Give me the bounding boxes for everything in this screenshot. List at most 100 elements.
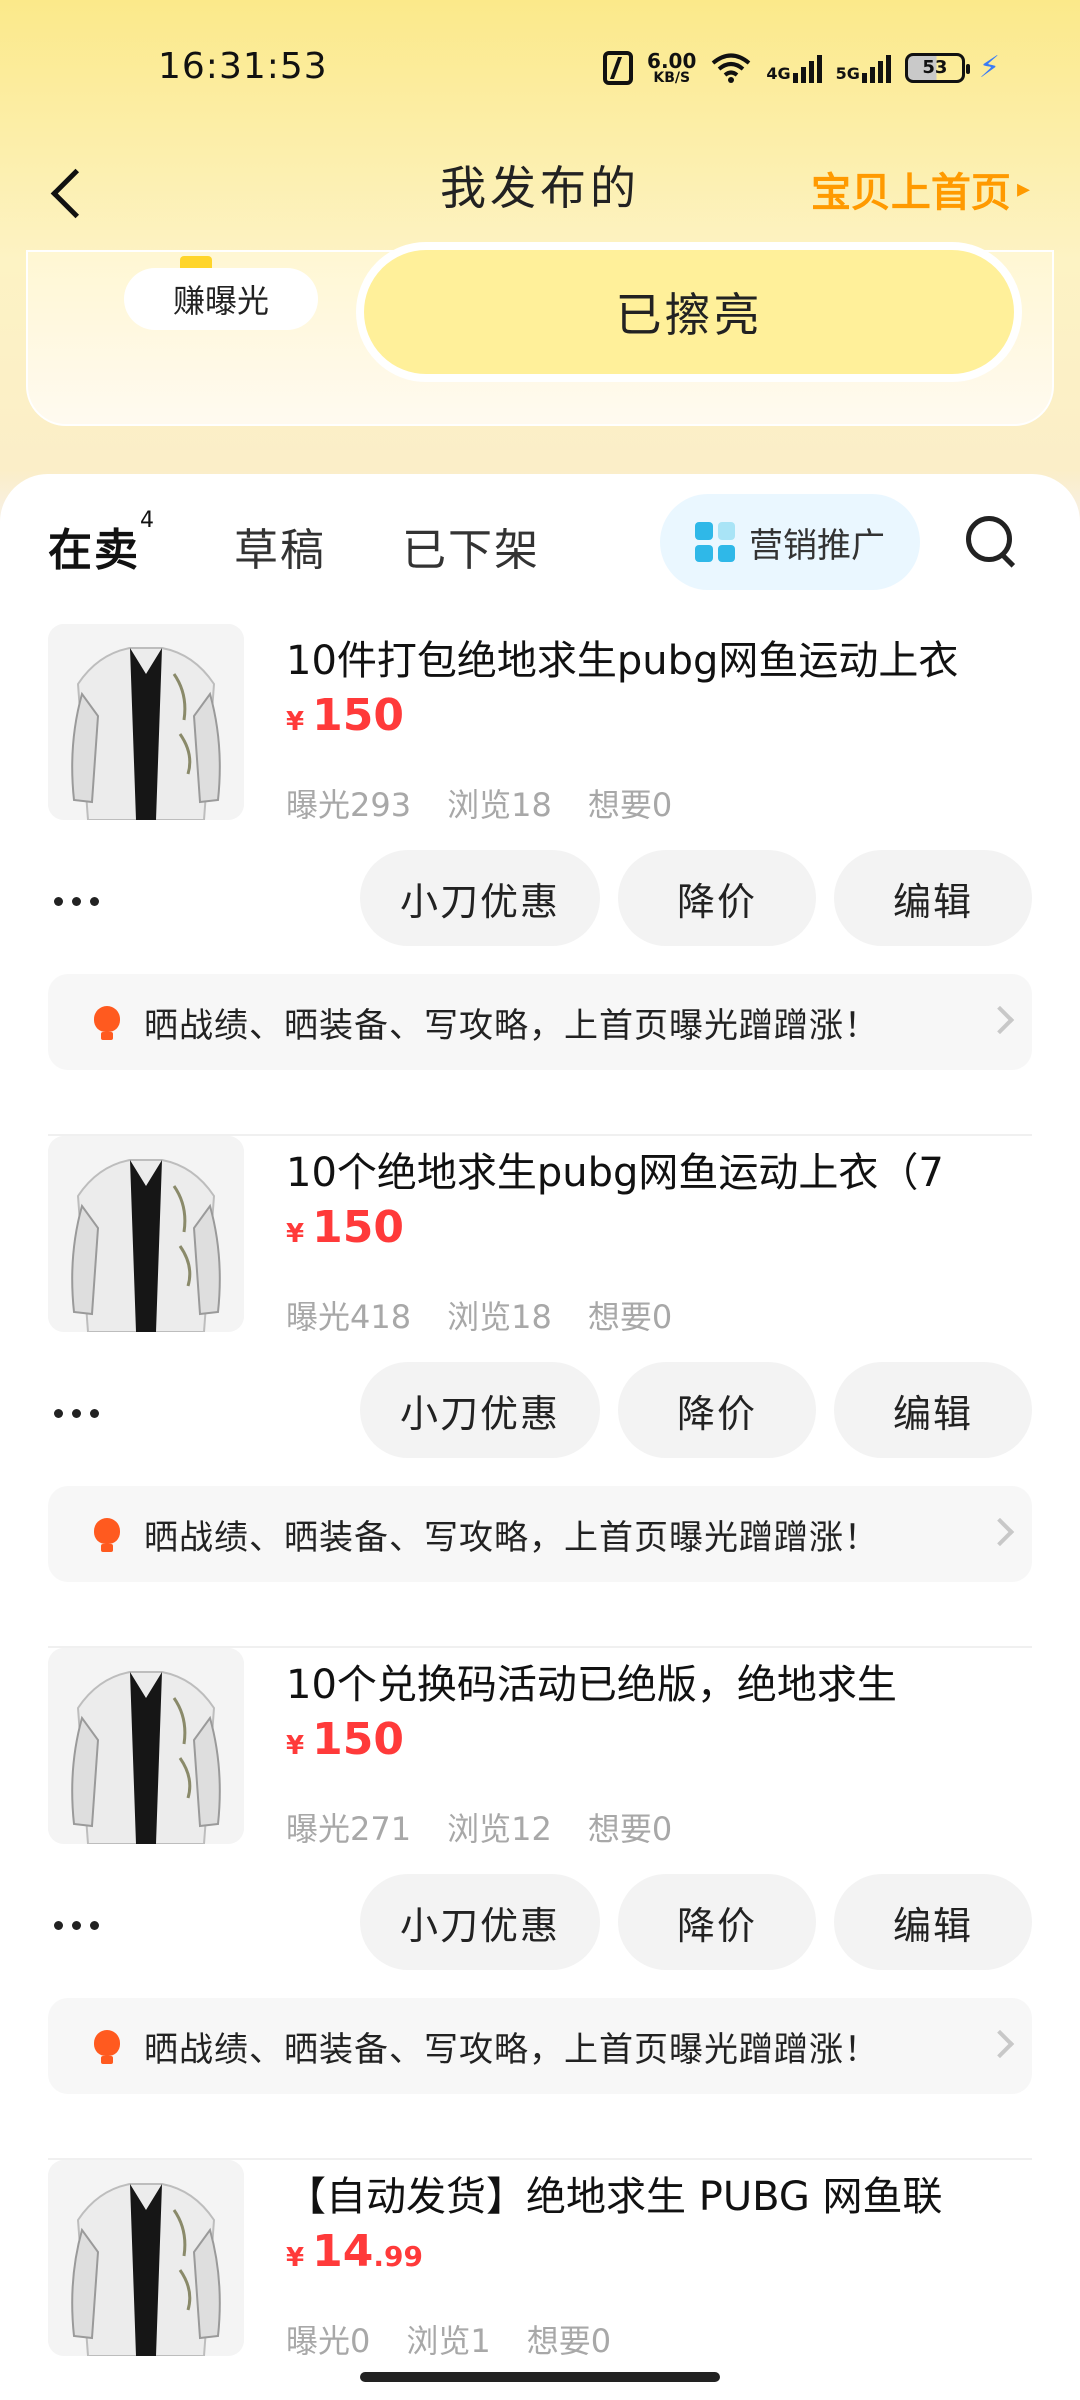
price-integer: 150 (312, 690, 404, 741)
product-thumbnail[interactable] (48, 1136, 244, 1332)
product-thumbnail[interactable] (48, 1648, 244, 1844)
earn-exposure-tag[interactable]: 赚曝光 (124, 256, 318, 330)
grid-icon (695, 522, 735, 562)
listing-item[interactable]: 10件打包绝地求生pubg网鱼运动上衣 ¥ 150 曝光293 浏览18 想要0… (48, 624, 1032, 1136)
lightbulb-icon (88, 1002, 128, 1042)
jacket-image (48, 624, 244, 820)
battery-icon: 53 (904, 52, 970, 83)
signal-1-icon (792, 53, 822, 83)
tip-bar[interactable]: 晒战绩、晒装备、写攻略，上首页曝光蹭蹭涨！ (48, 974, 1032, 1070)
product-thumbnail[interactable] (48, 624, 244, 820)
tab-bar: 在卖 4 草稿 已下架 营销推广 (0, 474, 1080, 604)
price-integer: 150 (312, 1202, 404, 1253)
reduce-price-button[interactable]: 降价 (618, 1874, 816, 1970)
network-1-label: 4G (766, 63, 791, 83)
edit-button[interactable]: 编辑 (834, 850, 1032, 946)
view-count: 浏览18 (447, 1298, 552, 1336)
item-stats: 曝光271 浏览12 想要0 (286, 1804, 672, 1850)
listing-item[interactable]: 10个兑换码活动已绝版，绝地求生 ¥ 150 曝光271 浏览12 想要0 小刀… (48, 1648, 1032, 2160)
tip-bar[interactable]: 晒战绩、晒装备、写攻略，上首页曝光蹭蹭涨！ (48, 1998, 1032, 2094)
battery-level: 53 (922, 57, 948, 78)
status-icons: 6.00 KB/S 4G 5G 53 ⚡ (603, 50, 1000, 85)
listing-item[interactable]: 10个绝地求生pubg网鱼运动上衣（7 ¥ 150 曝光418 浏览18 想要0… (48, 1136, 1032, 1648)
marketing-button[interactable]: 营销推广 (660, 494, 920, 590)
price-symbol: ¥ (286, 707, 305, 737)
more-options-icon[interactable] (54, 886, 110, 916)
item-title[interactable]: 10个绝地求生pubg网鱼运动上衣（7 (286, 1140, 1026, 1198)
listing-item[interactable]: 【自动发货】绝地求生 PUBG 网鱼联 ¥ 14 .99 曝光0 浏览1 想要0 (48, 2160, 1032, 2390)
price-symbol: ¥ (286, 1219, 305, 1249)
price-integer: 14 (312, 2226, 374, 2277)
jacket-image (48, 2160, 244, 2356)
tip-text: 晒战绩、晒装备、写攻略，上首页曝光蹭蹭涨！ (144, 2029, 879, 2070)
price-decimal: .99 (373, 2240, 423, 2273)
tab-on-sale[interactable]: 在卖 4 (46, 508, 154, 578)
tip-text: 晒战绩、晒装备、写攻略，上首页曝光蹭蹭涨！ (144, 1005, 879, 1046)
item-price: ¥ 150 (286, 690, 404, 741)
jacket-image (48, 1136, 244, 1332)
want-count: 想要0 (587, 786, 673, 824)
exposure-count: 曝光0 (286, 2322, 371, 2360)
want-count: 想要0 (587, 1298, 673, 1336)
homepage-link-label: 宝贝上首页 (810, 170, 1011, 216)
item-price: ¥ 14 .99 (286, 2226, 423, 2277)
edit-button[interactable]: 编辑 (834, 1874, 1032, 1970)
item-price: ¥ 150 (286, 1202, 404, 1253)
item-stats: 曝光418 浏览18 想要0 (286, 1292, 672, 1338)
want-count: 想要0 (587, 1810, 673, 1848)
charging-icon: ⚡ (978, 50, 1000, 85)
status-time: 16:31:53 (158, 46, 328, 87)
bargain-discount-button[interactable]: 小刀优惠 (360, 850, 600, 946)
listing-panel: 在卖 4 草稿 已下架 营销推广 10件打包绝地求生pubg网鱼运动上衣 ¥ 1… (0, 474, 1080, 2400)
exposure-count: 曝光293 (286, 786, 412, 824)
item-title[interactable]: 10件打包绝地求生pubg网鱼运动上衣 (286, 628, 1026, 686)
view-count: 浏览12 (447, 1810, 552, 1848)
item-stats: 曝光0 浏览1 想要0 (286, 2316, 611, 2362)
search-icon[interactable] (964, 514, 1020, 570)
exposure-count: 曝光418 (286, 1298, 412, 1336)
tip-bar[interactable]: 晒战绩、晒装备、写攻略，上首页曝光蹭蹭涨！ (48, 1486, 1032, 1582)
bargain-discount-button[interactable]: 小刀优惠 (360, 1362, 600, 1458)
want-count: 想要0 (526, 2322, 612, 2360)
promo-card: 赚曝光 已擦亮 (26, 242, 1054, 426)
item-title[interactable]: 【自动发货】绝地求生 PUBG 网鱼联 (286, 2164, 1026, 2222)
chevron-right-icon (985, 2029, 1015, 2059)
status-bar: 16:31:53 6.00 KB/S 4G 5G 53 ⚡ (0, 0, 1080, 140)
lightbulb-icon (88, 1514, 128, 1554)
nfc-icon (603, 50, 634, 85)
product-thumbnail[interactable] (48, 2160, 244, 2356)
homepage-link[interactable]: 宝贝上首页 ▸ (811, 160, 1030, 218)
chevron-right-icon (985, 1517, 1015, 1547)
polished-button[interactable]: 已擦亮 (356, 242, 1022, 382)
item-title[interactable]: 10个兑换码活动已绝版，绝地求生 (286, 1652, 1026, 1710)
more-options-icon[interactable] (54, 1910, 110, 1940)
bargain-discount-button[interactable]: 小刀优惠 (360, 1874, 600, 1970)
chevron-right-icon (985, 1005, 1015, 1035)
price-integer: 150 (312, 1714, 404, 1765)
cellular-2: 5G (836, 53, 891, 83)
marketing-label: 营销推广 (749, 525, 885, 566)
price-symbol: ¥ (286, 2243, 305, 2273)
tab-on-sale-count: 4 (140, 508, 156, 533)
cellular-1: 4G (766, 53, 822, 83)
chevron-right-icon: ▸ (1016, 174, 1030, 204)
home-indicator[interactable] (360, 2372, 720, 2382)
view-count: 浏览1 (406, 2322, 491, 2360)
reduce-price-button[interactable]: 降价 (618, 1362, 816, 1458)
edit-button[interactable]: 编辑 (834, 1362, 1032, 1458)
tab-off-shelf[interactable]: 已下架 (402, 514, 540, 578)
jacket-image (48, 1648, 244, 1844)
net-speed-value: 6.00 (647, 48, 697, 73)
wifi-icon (712, 53, 751, 83)
net-speed-unit: KB/S (653, 69, 691, 86)
more-options-icon[interactable] (54, 1398, 110, 1428)
item-stats: 曝光293 浏览18 想要0 (286, 780, 672, 826)
reduce-price-button[interactable]: 降价 (618, 850, 816, 946)
item-price: ¥ 150 (286, 1714, 404, 1765)
tab-drafts[interactable]: 草稿 (234, 514, 326, 578)
lightbulb-icon (88, 2026, 128, 2066)
exposure-count: 曝光271 (286, 1810, 412, 1848)
tip-text: 晒战绩、晒装备、写攻略，上首页曝光蹭蹭涨！ (144, 1517, 879, 1558)
view-count: 浏览18 (447, 786, 552, 824)
price-symbol: ¥ (286, 1731, 305, 1761)
